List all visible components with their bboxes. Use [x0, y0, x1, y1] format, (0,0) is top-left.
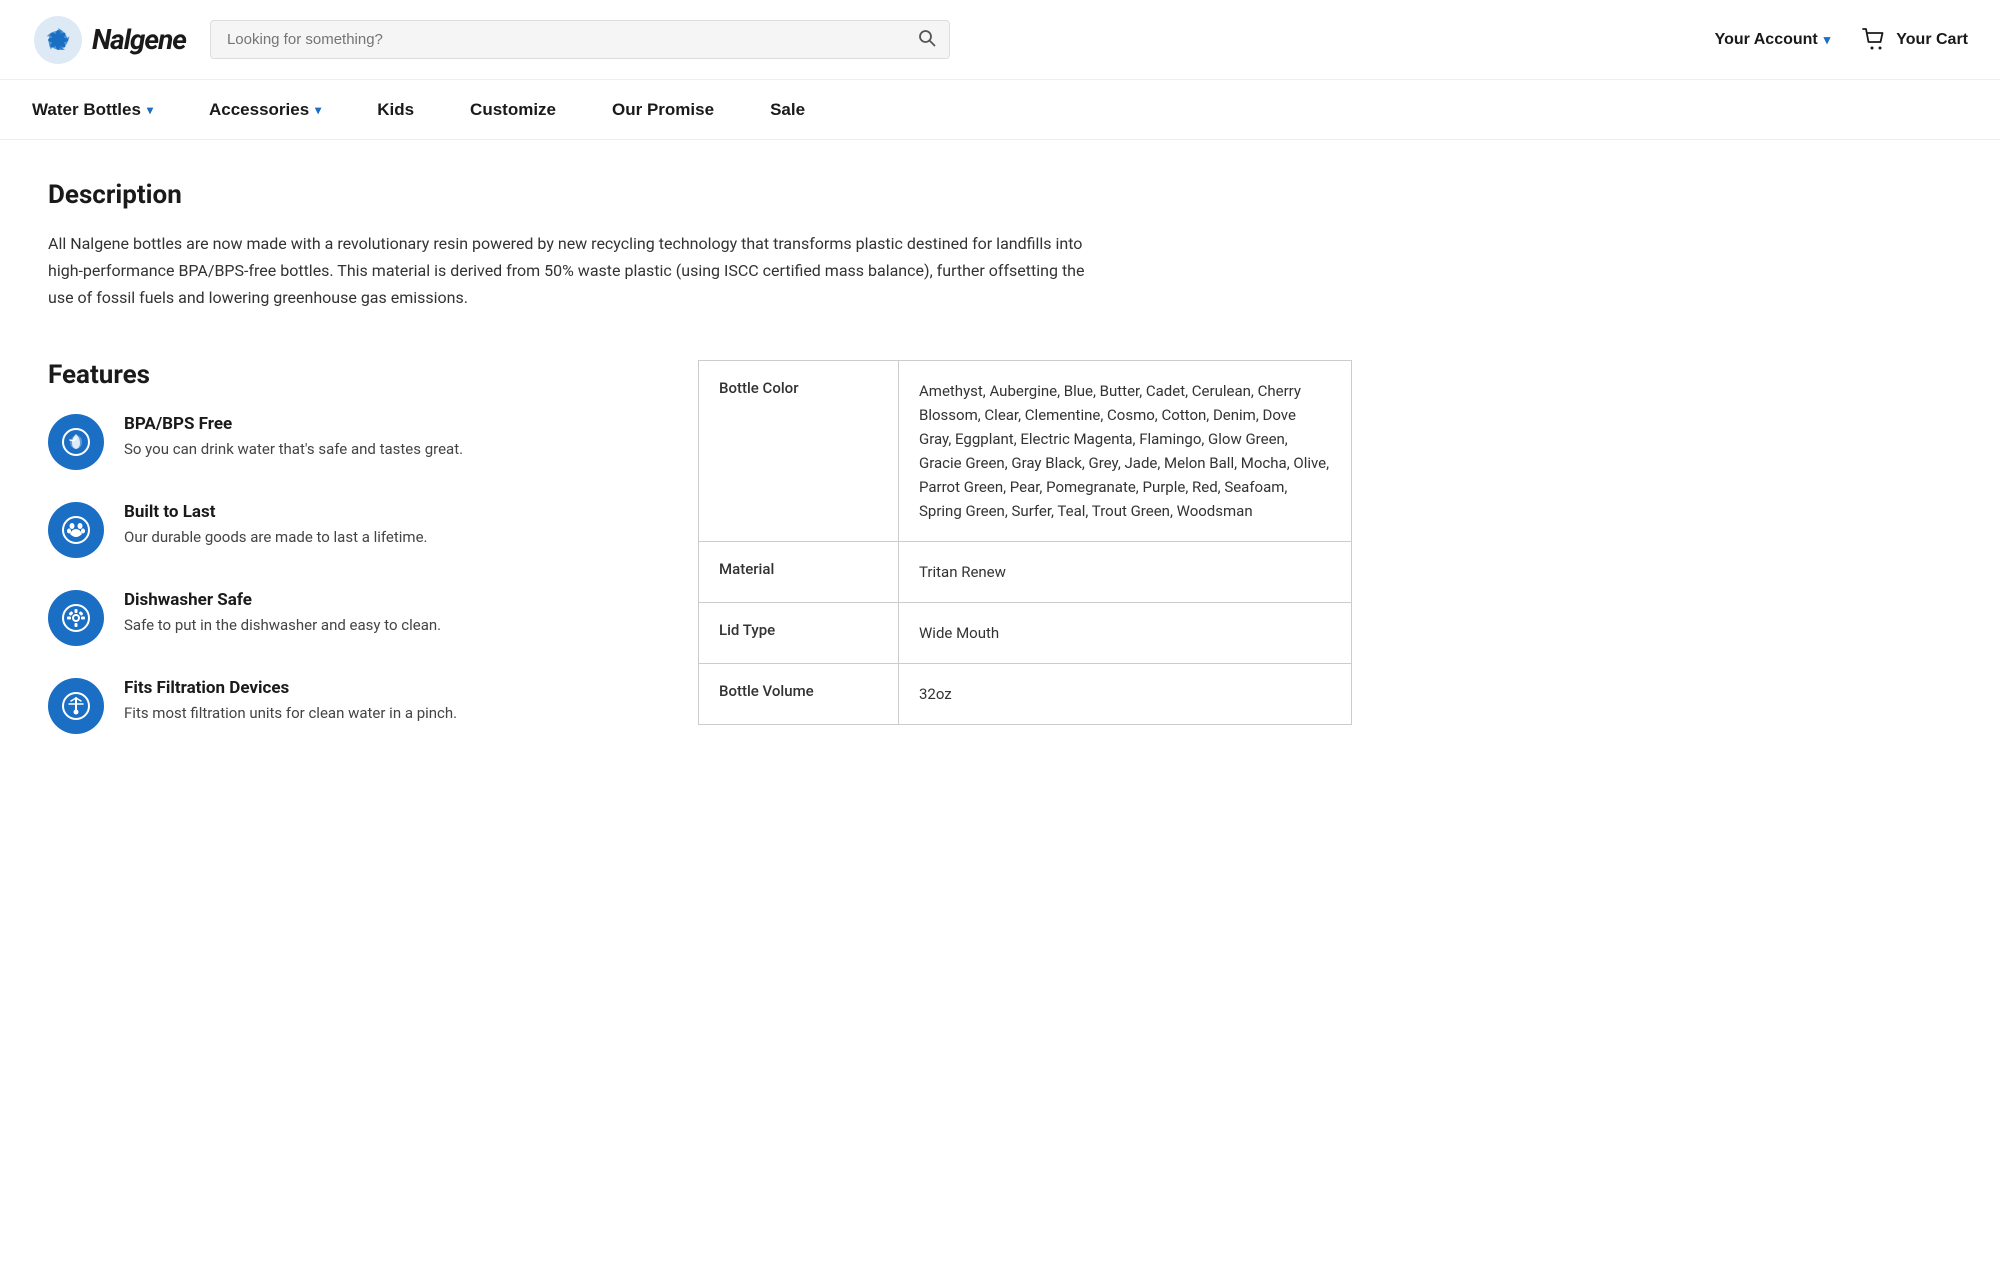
features-section: Features BPA/BPS Free So yo [48, 360, 698, 734]
spec-label-material: Material [699, 542, 899, 602]
main-content: Description All Nalgene bottles are now … [0, 140, 1400, 782]
header-right: Your Account ▾ Your Cart [1715, 28, 1968, 52]
description-section: Description All Nalgene bottles are now … [48, 180, 1352, 312]
spec-row-lid: Lid Type Wide Mouth [699, 603, 1351, 664]
spec-value-material: Tritan Renew [899, 542, 1351, 602]
nav-item-sale[interactable]: Sale [742, 80, 833, 139]
durable-icon [48, 502, 104, 558]
search-icon [918, 29, 936, 51]
nav-label-accessories: Accessories [209, 100, 309, 120]
bpa-icon [48, 414, 104, 470]
account-label: Your Account [1715, 31, 1818, 49]
spec-label-volume: Bottle Volume [699, 664, 899, 724]
feature-desc-durable: Our durable goods are made to last a lif… [124, 526, 428, 549]
spec-label-lid: Lid Type [699, 603, 899, 663]
feature-text-durable: Built to Last Our durable goods are made… [124, 502, 428, 549]
cart-label: Your Cart [1896, 31, 1968, 49]
nav-chevron-water-bottles: ▾ [147, 103, 153, 117]
feature-name-bpa: BPA/BPS Free [124, 414, 463, 434]
spec-value-lid: Wide Mouth [899, 603, 1351, 663]
feature-item-dishwasher: Dishwasher Safe Safe to put in the dishw… [48, 590, 658, 646]
spec-value-volume: 32oz [899, 664, 1351, 724]
nav-item-accessories[interactable]: Accessories ▾ [181, 80, 349, 139]
logo[interactable]: Nalgene [32, 14, 186, 66]
feature-item-bpa: BPA/BPS Free So you can drink water that… [48, 414, 658, 470]
feature-name-durable: Built to Last [124, 502, 428, 522]
spec-row-color: Bottle Color Amethyst, Aubergine, Blue, … [699, 361, 1351, 542]
filtration-icon [48, 678, 104, 734]
features-specs-row: Features BPA/BPS Free So yo [48, 360, 1352, 734]
nav-label-water-bottles: Water Bottles [32, 100, 141, 120]
nav-item-kids[interactable]: Kids [349, 80, 442, 139]
nav-bar: Water Bottles ▾ Accessories ▾ Kids Custo… [0, 80, 2000, 140]
nav-item-our-promise[interactable]: Our Promise [584, 80, 742, 139]
logo-icon [32, 14, 84, 66]
dishwasher-icon [48, 590, 104, 646]
feature-desc-bpa: So you can drink water that's safe and t… [124, 438, 463, 461]
feature-text-filtration: Fits Filtration Devices Fits most filtra… [124, 678, 457, 725]
feature-desc-filtration: Fits most filtration units for clean wat… [124, 702, 457, 725]
nav-chevron-accessories: ▾ [315, 103, 321, 117]
nav-item-water-bottles[interactable]: Water Bottles ▾ [32, 80, 181, 139]
cart-button[interactable]: Your Cart [1862, 28, 1968, 52]
spec-label-color: Bottle Color [699, 361, 899, 541]
nav-label-our-promise: Our Promise [612, 100, 714, 120]
features-title: Features [48, 360, 658, 390]
feature-text-dishwasher: Dishwasher Safe Safe to put in the dishw… [124, 590, 441, 637]
nav-label-customize: Customize [470, 100, 556, 120]
header: Nalgene Your Account ▾ Your Cart [0, 0, 2000, 80]
feature-item-filtration: Fits Filtration Devices Fits most filtra… [48, 678, 658, 734]
search-input[interactable] [210, 20, 950, 59]
feature-name-dishwasher: Dishwasher Safe [124, 590, 441, 610]
description-text: All Nalgene bottles are now made with a … [48, 230, 1098, 312]
account-button[interactable]: Your Account ▾ [1715, 31, 1831, 49]
nav-label-sale: Sale [770, 100, 805, 120]
spec-value-color: Amethyst, Aubergine, Blue, Butter, Cadet… [899, 361, 1351, 541]
cart-icon [1862, 28, 1888, 52]
description-title: Description [48, 180, 1352, 210]
nav-item-customize[interactable]: Customize [442, 80, 584, 139]
account-chevron-icon: ▾ [1824, 32, 1831, 48]
specs-section: Bottle Color Amethyst, Aubergine, Blue, … [698, 360, 1352, 725]
logo-text: Nalgene [92, 23, 186, 56]
nav-label-kids: Kids [377, 100, 414, 120]
spec-row-material: Material Tritan Renew [699, 542, 1351, 603]
spec-row-volume: Bottle Volume 32oz [699, 664, 1351, 724]
search-bar[interactable] [210, 20, 950, 59]
feature-item-durable: Built to Last Our durable goods are made… [48, 502, 658, 558]
feature-list: BPA/BPS Free So you can drink water that… [48, 414, 658, 734]
feature-text-bpa: BPA/BPS Free So you can drink water that… [124, 414, 463, 461]
feature-desc-dishwasher: Safe to put in the dishwasher and easy t… [124, 614, 441, 637]
feature-name-filtration: Fits Filtration Devices [124, 678, 457, 698]
